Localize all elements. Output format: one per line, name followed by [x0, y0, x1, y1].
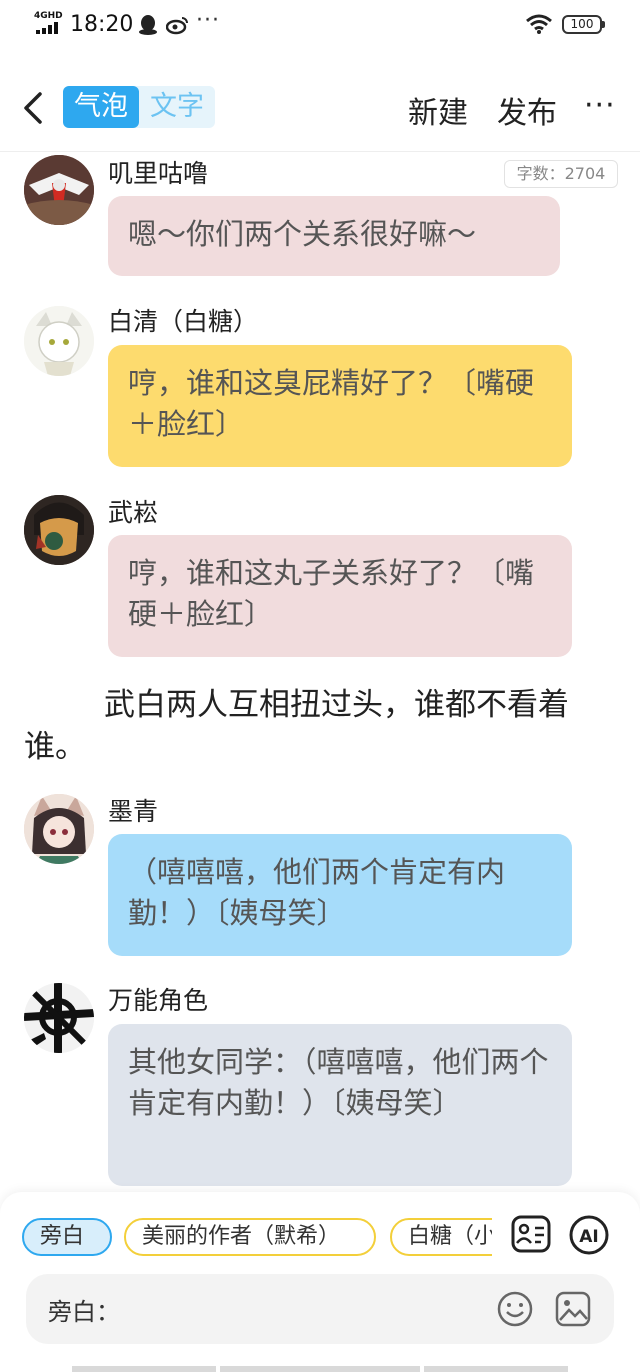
avatar[interactable] — [24, 155, 94, 225]
tab-text[interactable]: 文字 — [139, 86, 215, 128]
role-card-icon[interactable] — [510, 1214, 552, 1254]
compose-panel: 旁白 美丽的作者（默希） 白糖（小 AI 旁白： — [0, 1192, 640, 1372]
weibo-icon — [166, 17, 188, 35]
more-options-icon[interactable]: ··· — [584, 88, 616, 123]
avatar[interactable] — [24, 306, 94, 376]
battery-indicator: 100 — [562, 15, 605, 34]
status-more-icon: ··· — [196, 8, 220, 33]
avatar-jiligulu-image — [24, 155, 94, 225]
message-bubble[interactable]: 哼，谁和这臭屁精好了？〔嘴硬＋脸红〕 — [108, 345, 572, 467]
role-chip-narration[interactable]: 旁白 — [22, 1218, 112, 1256]
wifi-icon — [526, 14, 552, 34]
image-upload-icon[interactable] — [554, 1290, 592, 1328]
avatar[interactable] — [24, 495, 94, 565]
character-name: 武崧 — [108, 498, 159, 527]
back-arrow-icon[interactable] — [18, 88, 48, 128]
bottom-scroll-strip — [72, 1366, 568, 1372]
character-name: 叽里咕噜 — [108, 159, 209, 188]
message-bubble[interactable]: 哼，谁和这丸子关系好了？〔嘴硬＋脸红〕 — [108, 535, 572, 657]
editor-header: 气泡 文字 新建 发布 ··· — [0, 62, 640, 152]
character-name: 万能角色 — [108, 986, 209, 1015]
network-type: 4GHD — [34, 11, 63, 21]
message-input[interactable] — [124, 1288, 484, 1328]
role-chip-row: 旁白 美丽的作者（默希） 白糖（小 — [22, 1218, 492, 1258]
avatar-universal-role-image — [24, 983, 94, 1053]
svg-text:AI: AI — [579, 1227, 598, 1247]
message-bubble[interactable]: 其他女同学：（嘻嘻嘻，他们两个肯定有内勤！）〔姨母笑〕 — [108, 1024, 572, 1186]
message-input-bar: 旁白： — [26, 1274, 614, 1344]
avatar-moqing-image — [24, 794, 94, 864]
character-name: 墨青 — [108, 797, 159, 826]
signal-icon — [36, 22, 64, 34]
status-bar: 4GHD 18:20 ··· 100 — [0, 0, 640, 52]
tab-bubble[interactable]: 气泡 — [63, 86, 139, 128]
avatar-wusong-image — [24, 495, 94, 565]
input-role-label: 旁白： — [48, 1298, 120, 1326]
role-chip-baitang[interactable]: 白糖（小 — [390, 1218, 492, 1256]
message-bubble[interactable]: 嗯～你们两个关系很好嘛～ — [108, 196, 560, 276]
narration-text[interactable]: 武白两人互相扭过头，谁都不看着谁。 — [24, 684, 614, 768]
message-bubble[interactable]: （嘻嘻嘻，他们两个肯定有内勤！）〔姨母笑〕 — [108, 834, 572, 956]
new-button[interactable]: 新建 — [408, 88, 468, 132]
ai-assistant-icon[interactable]: AI — [568, 1214, 610, 1256]
emoji-icon[interactable] — [496, 1290, 534, 1328]
publish-button[interactable]: 发布 — [497, 88, 557, 132]
word-count-badge: 字数：2704 — [504, 160, 618, 188]
role-chip-author[interactable]: 美丽的作者（默希） — [124, 1218, 376, 1256]
avatar-baiqing-image — [24, 306, 94, 376]
mode-tabs: 气泡 文字 — [63, 86, 215, 128]
clock-time: 18:20 — [70, 12, 134, 37]
avatar[interactable] — [24, 794, 94, 864]
avatar[interactable] — [24, 983, 94, 1053]
qq-penguin-icon — [139, 15, 157, 35]
character-name: 白清（白糖） — [108, 307, 259, 336]
